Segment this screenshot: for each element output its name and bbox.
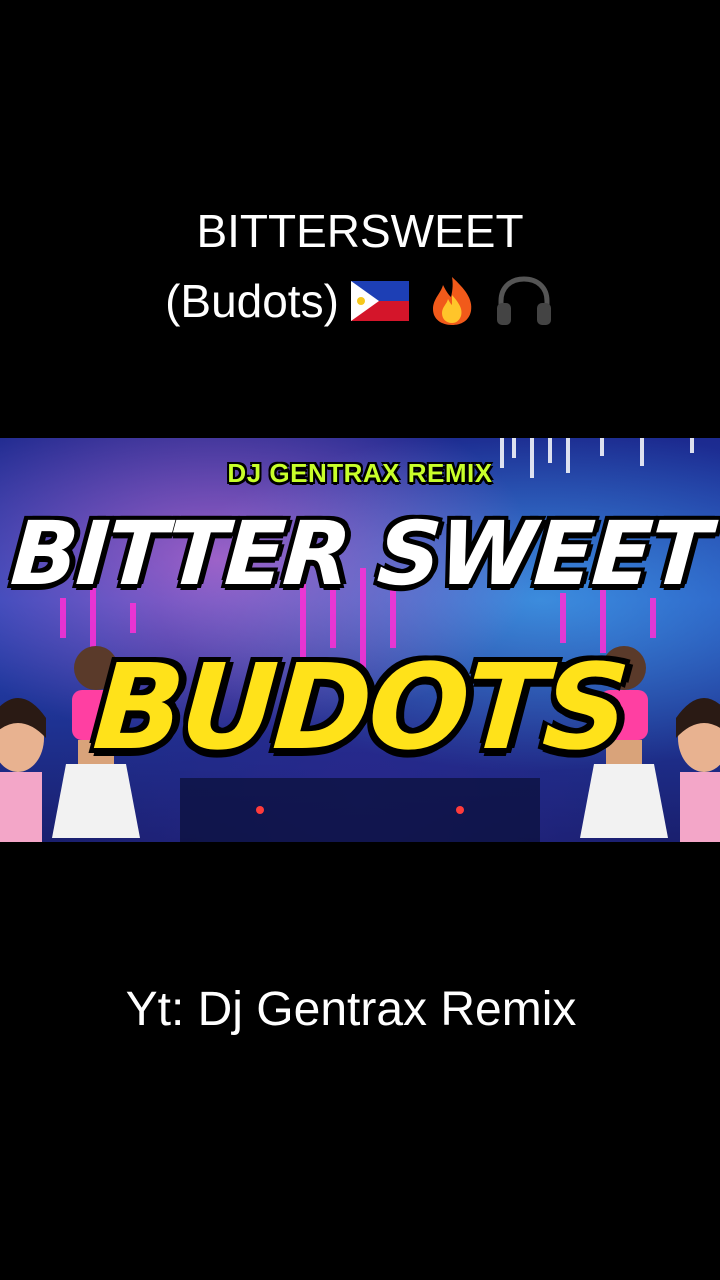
caption-subtitle: (Budots) xyxy=(165,275,339,327)
thumbnail-title-line1: BITTER SWEET xyxy=(7,502,713,605)
philippines-flag-icon xyxy=(350,281,409,321)
credit-caption: Yt: Dj Gentrax Remix xyxy=(125,983,577,1036)
video-thumbnail: DJ GENTRAX REMIX BITTER SWEET BUDOTS xyxy=(0,438,720,842)
caption-title: BITTERSWEET xyxy=(196,205,524,257)
fire-icon xyxy=(432,277,472,325)
thumbnail-channel-label: DJ GENTRAX REMIX xyxy=(227,458,493,488)
video-caption: BITTERSWEET (Budots) xyxy=(0,196,720,336)
headphones-icon xyxy=(496,276,551,325)
thumbnail-title-line2: BUDOTS xyxy=(89,638,631,776)
